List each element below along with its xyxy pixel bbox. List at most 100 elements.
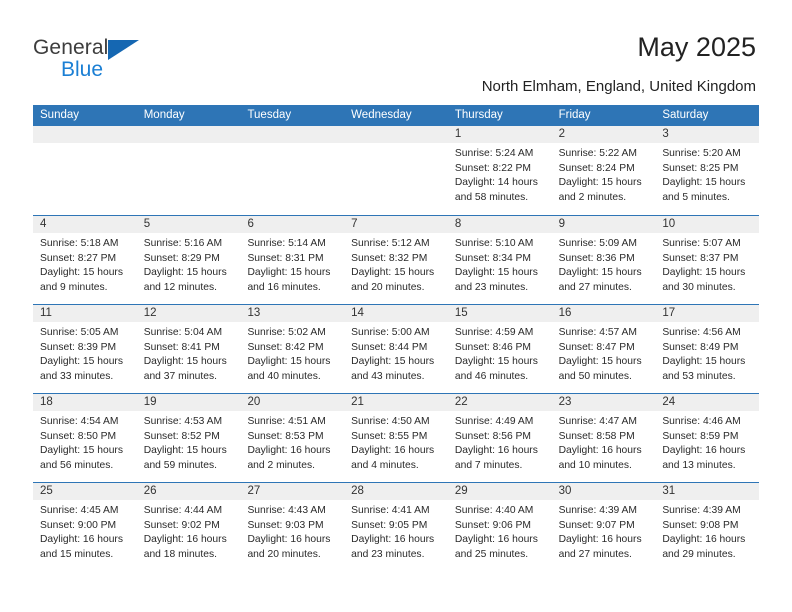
day-cell-23[interactable]: 23 Sunrise: 4:47 AM Sunset: 8:58 PM Dayligh… — [551, 394, 656, 482]
day-detail-text: Sunrise: 5:24 AM Sunset: 8:22 PM Daylight:… — [448, 144, 552, 205]
sunset-text: Sunset: 8:39 PM — [40, 341, 117, 353]
day-cell-3[interactable]: 3 Sunrise: 5:20 AM Sunset: 8:25 PM Daylight… — [655, 126, 760, 215]
day-cell-11[interactable]: 11 Sunrise: 5:05 AM Sunset: 8:39 PM Dayligh… — [33, 305, 137, 393]
sunset-text: Sunset: 9:03 PM — [247, 519, 324, 531]
day-number: 7 — [351, 218, 358, 230]
day-cell-25[interactable]: 25 Sunrise: 4:45 AM Sunset: 9:00 PM Dayligh… — [33, 483, 137, 571]
day-cell-31[interactable]: 31 Sunrise: 4:39 AM Sunset: 9:08 PM Dayligh… — [655, 483, 760, 571]
day-number: 14 — [351, 307, 364, 319]
daylight-text-cont: and 12 minutes. — [143, 281, 217, 293]
day-number: 15 — [454, 307, 468, 319]
sunrise-text: Sunrise: 5:10 AM — [454, 238, 534, 249]
sunset-text: Sunset: 9:05 PM — [351, 519, 428, 531]
day-cell-19[interactable]: 19 Sunrise: 4:53 AM Sunset: 8:52 PM Dayligh… — [136, 394, 241, 482]
day-cell-27[interactable]: 27 Sunrise: 4:43 AM Sunset: 9:03 PM Dayligh… — [240, 483, 345, 571]
day-cell-28[interactable]: 28 Sunrise: 4:41 AM Sunset: 9:05 PM Dayligh… — [344, 483, 448, 571]
day-cell-13[interactable]: 13 Sunrise: 5:02 AM Sunset: 8:42 PM Dayligh… — [240, 305, 345, 393]
daylight-text: Daylight: 16 hours — [351, 445, 435, 457]
sunset-text: Sunset: 9:02 PM — [143, 519, 220, 531]
day-detail-text: Sunrise: 4:44 AM Sunset: 9:02 PM Daylight:… — [137, 501, 241, 562]
day-cell-22[interactable]: 22 Sunrise: 4:49 AM Sunset: 8:56 PM Dayligh… — [447, 394, 552, 482]
weekday-header-row: Sunday Monday Tuesday Wednesday Thursday Frid… — [33, 105, 759, 126]
day-cell-12[interactable]: 12 Sunrise: 5:04 AM Sunset: 8:41 PM Dayligh… — [136, 305, 241, 393]
day-number-band: 7 — [344, 216, 448, 234]
day-detail-text: Sunrise: 5:02 AM Sunset: 8:42 PM Daylight:… — [240, 323, 344, 384]
day-number-band: 10 — [655, 216, 760, 234]
page-title: May 2025 — [637, 32, 756, 62]
day-cell-2[interactable]: 2 Sunrise: 5:22 AM Sunset: 8:24 PM Daylight… — [551, 126, 656, 215]
general-blue-logo[interactable]: General Blue — [33, 36, 163, 88]
day-detail-text — [137, 144, 241, 147]
daylight-text-cont: and 5 minutes. — [662, 191, 730, 203]
sunset-text: Sunset: 9:08 PM — [662, 519, 739, 531]
day-cell-17[interactable]: 17 Sunrise: 4:56 AM Sunset: 8:49 PM Dayligh… — [655, 305, 760, 393]
daylight-text: Daylight: 15 hours — [143, 445, 227, 457]
day-detail-text: Sunrise: 4:47 AM Sunset: 8:58 PM Daylight:… — [552, 412, 656, 473]
day-cell-24[interactable]: 24 Sunrise: 4:46 AM Sunset: 8:59 PM Dayligh… — [655, 394, 760, 482]
sunset-text: Sunset: 8:29 PM — [143, 252, 220, 264]
day-cell-30[interactable]: 30 Sunrise: 4:39 AM Sunset: 9:07 PM Dayligh… — [551, 483, 656, 571]
calendar-grid: Sunday Monday Tuesday Wednesday Thursday Frid… — [33, 105, 760, 571]
day-number-band — [136, 126, 241, 144]
day-number-band: 2 — [551, 126, 656, 144]
sunrise-text: Sunrise: 4:54 AM — [40, 416, 119, 427]
sunset-text: Sunset: 8:41 PM — [143, 341, 220, 353]
day-number: 24 — [662, 396, 676, 408]
day-detail-text: Sunrise: 4:41 AM Sunset: 9:05 PM Daylight:… — [344, 501, 448, 562]
day-number-band — [33, 126, 137, 144]
day-number-band: 3 — [655, 126, 760, 144]
day-number: 2 — [558, 128, 565, 140]
sunrise-text: Sunrise: 4:46 AM — [662, 416, 741, 427]
day-cell-20[interactable]: 20 Sunrise: 4:51 AM Sunset: 8:53 PM Dayligh… — [240, 394, 345, 482]
day-cell-14[interactable]: 14 Sunrise: 5:00 AM Sunset: 8:44 PM Dayligh… — [344, 305, 448, 393]
day-cell-7[interactable]: 7 Sunrise: 5:12 AM Sunset: 8:32 PM Daylight… — [344, 216, 448, 304]
daylight-text-cont: and 53 minutes. — [662, 370, 736, 382]
sunset-text: Sunset: 8:36 PM — [558, 252, 635, 264]
day-number-band: 20 — [240, 394, 345, 412]
sunrise-text: Sunrise: 5:20 AM — [662, 148, 741, 159]
day-cell-4[interactable]: 4 Sunrise: 5:18 AM Sunset: 8:27 PM Daylight… — [33, 216, 137, 304]
sunrise-text: Sunrise: 5:05 AM — [40, 327, 119, 338]
logo-text-general: General — [33, 36, 109, 59]
day-cell-6[interactable]: 6 Sunrise: 5:14 AM Sunset: 8:31 PM Daylight… — [240, 216, 345, 304]
day-cell-29[interactable]: 29 Sunrise: 4:40 AM Sunset: 9:06 PM Dayligh… — [447, 483, 552, 571]
day-number-band: 19 — [136, 394, 241, 412]
daylight-text: Daylight: 16 hours — [40, 534, 123, 546]
day-number: 5 — [143, 218, 151, 230]
daylight-text-cont: and 13 minutes. — [662, 459, 736, 471]
sunrise-text: Sunrise: 4:39 AM — [662, 505, 741, 516]
day-cell-8[interactable]: 8 Sunrise: 5:10 AM Sunset: 8:34 PM Daylight… — [447, 216, 552, 304]
sunset-text: Sunset: 8:25 PM — [662, 162, 739, 174]
day-cell-5[interactable]: 5 Sunrise: 5:16 AM Sunset: 8:29 PM Daylight… — [136, 216, 241, 304]
day-detail-text — [33, 144, 137, 147]
day-cell-16[interactable]: 16 Sunrise: 4:57 AM Sunset: 8:47 PM Dayligh… — [551, 305, 656, 393]
day-cell-15[interactable]: 15 Sunrise: 4:59 AM Sunset: 8:46 PM Dayligh… — [447, 305, 552, 393]
day-number-band: 26 — [136, 483, 241, 501]
day-number: 4 — [40, 218, 47, 230]
day-detail-text: Sunrise: 5:07 AM Sunset: 8:37 PM Daylight:… — [655, 234, 759, 295]
day-cell-18[interactable]: 18 Sunrise: 4:54 AM Sunset: 8:50 PM Dayligh… — [33, 394, 137, 482]
day-cell-21[interactable]: 21 Sunrise: 4:50 AM Sunset: 8:55 PM Dayligh… — [344, 394, 448, 482]
sunset-text: Sunset: 8:27 PM — [40, 252, 117, 264]
day-cell-1[interactable]: 1 Sunrise: 5:24 AM Sunset: 8:22 PM Daylight… — [447, 126, 552, 215]
day-number: 28 — [351, 485, 364, 497]
day-number: 21 — [351, 396, 364, 408]
day-number: 13 — [247, 307, 261, 319]
day-detail-text: Sunrise: 5:22 AM Sunset: 8:24 PM Daylight:… — [552, 144, 656, 205]
day-cell-9[interactable]: 9 Sunrise: 5:09 AM Sunset: 8:36 PM Daylight… — [551, 216, 656, 304]
day-number-band — [240, 126, 345, 144]
sunrise-text: Sunrise: 5:18 AM — [40, 238, 119, 249]
day-detail-text: Sunrise: 4:57 AM Sunset: 8:47 PM Daylight:… — [552, 323, 656, 384]
day-cell-26[interactable]: 26 Sunrise: 4:44 AM Sunset: 9:02 PM Dayligh… — [136, 483, 241, 571]
day-detail-text: Sunrise: 5:14 AM Sunset: 8:31 PM Daylight:… — [240, 234, 344, 295]
calendar-weeks: 1 Sunrise: 5:24 AM Sunset: 8:22 PM Daylight… — [33, 126, 760, 571]
daylight-text: Daylight: 16 hours — [662, 445, 746, 457]
daylight-text: Daylight: 15 hours — [40, 356, 123, 368]
day-cell-10[interactable]: 10 Sunrise: 5:07 AM Sunset: 8:37 PM Dayligh… — [655, 216, 760, 304]
day-number-band: 24 — [655, 394, 760, 412]
daylight-text: Daylight: 16 hours — [558, 445, 642, 457]
daylight-text: Daylight: 15 hours — [454, 267, 538, 279]
sunset-text: Sunset: 8:22 PM — [454, 162, 532, 174]
day-number: 12 — [143, 307, 157, 319]
sunrise-text: Sunrise: 4:44 AM — [143, 505, 223, 516]
